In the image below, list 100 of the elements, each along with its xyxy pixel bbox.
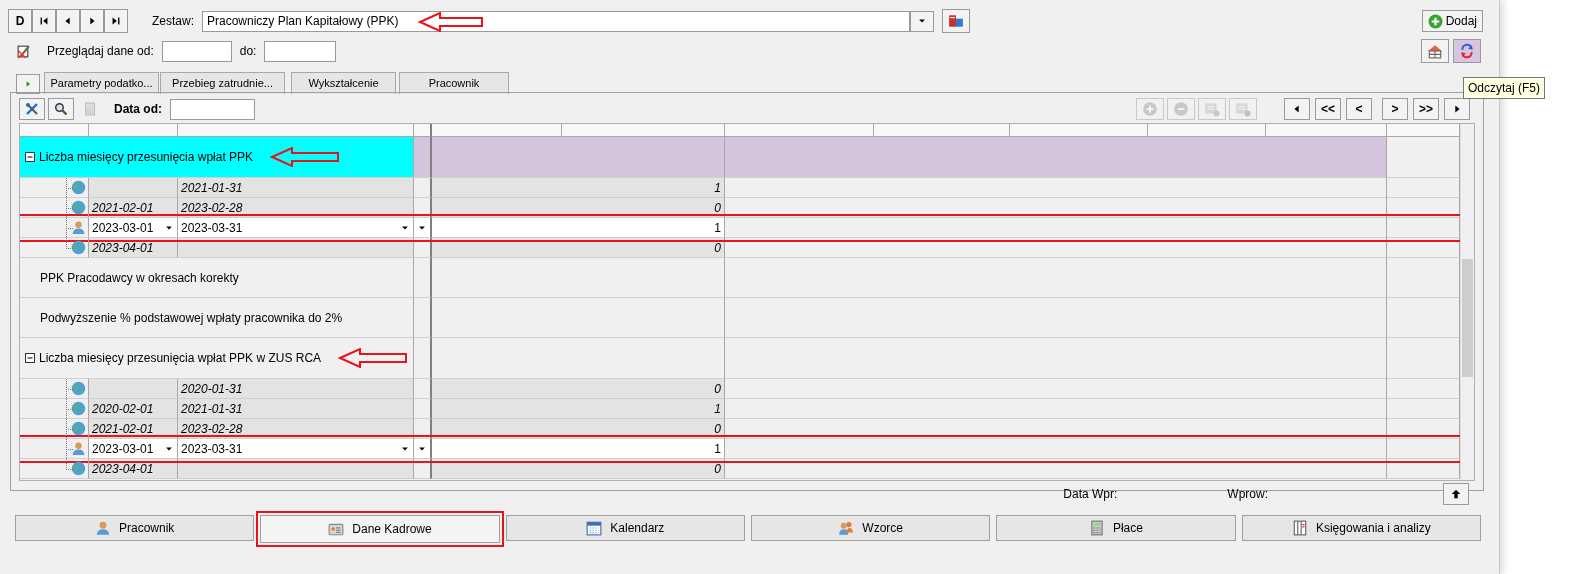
add-button[interactable]: Dodaj <box>1421 10 1483 32</box>
date-from-field[interactable] <box>161 40 232 62</box>
date-field[interactable]: 2023-03-31 <box>178 218 414 238</box>
id-card-icon <box>328 521 345 537</box>
value-cell: 0 <box>432 379 725 399</box>
nav-button[interactable] <box>56 9 80 33</box>
nav-button[interactable]: D <box>8 9 32 33</box>
nav-button[interactable]: >> <box>1413 98 1439 120</box>
date-cell: 2021-02-01 <box>89 198 178 218</box>
globe-icon <box>71 381 86 396</box>
dropdown-button[interactable] <box>910 10 934 32</box>
minus-icon <box>1173 101 1189 117</box>
tab[interactable]: Pracownik <box>399 72 509 94</box>
search-icon <box>54 101 68 117</box>
value-field[interactable]: 1 <box>432 439 725 459</box>
chart-button[interactable] <box>1421 39 1449 63</box>
group-label: Liczba miesięcy przesunięcia wpłat PPK <box>39 149 254 166</box>
person-icon <box>71 220 86 235</box>
field-label: Data Wpr: <box>1063 486 1118 503</box>
plus-icon <box>1142 101 1158 117</box>
person-icon <box>95 520 111 536</box>
calculator-icon <box>1088 520 1105 536</box>
module-tab[interactable]: Księgowania i analizy <box>1241 515 1481 541</box>
tooltip: Odczytaj (F5) <box>1463 77 1545 99</box>
module-tab[interactable]: Płace <box>996 515 1236 541</box>
dropdown-button[interactable] <box>414 218 432 238</box>
grid-cell <box>414 137 432 178</box>
up-arrow-icon <box>1450 488 1462 500</box>
value-cell: 0 <box>432 238 725 258</box>
module-tab[interactable]: Wzorce <box>751 515 991 541</box>
first-icon <box>38 15 50 27</box>
date-cell: 2020-02-01 <box>89 399 178 419</box>
date-cell: 2021-01-31 <box>178 178 414 198</box>
date-field[interactable]: 2023-03-01 <box>89 218 178 238</box>
calendar-icon <box>586 520 603 536</box>
date-to-field[interactable] <box>264 40 337 62</box>
row-label: PPK Pracodawcy w okresach korekty <box>20 258 414 298</box>
tools-button[interactable] <box>19 98 45 120</box>
date-cell: 2023-04-01 <box>89 459 178 479</box>
field-label: Zestaw: <box>152 13 194 30</box>
nav-button[interactable] <box>104 9 128 33</box>
nav-button[interactable]: << <box>1315 98 1341 120</box>
field-label: Przeglądaj dane od: <box>47 43 154 60</box>
edit-icon <box>16 43 31 59</box>
set-combobox[interactable]: Pracowniczy Plan Kapitałowy (PPK) <box>202 10 910 32</box>
group-header-cell[interactable]: Liczba miesięcy przesunięcia wpłat PPK <box>20 137 414 178</box>
value-cell: 1 <box>432 178 725 198</box>
date-cell: 2023-02-28 <box>178 198 414 218</box>
grid-cell <box>414 258 432 298</box>
date-cell: 2023-04-01 <box>89 238 178 258</box>
people-icon <box>838 520 855 536</box>
value-cell: 0 <box>432 198 725 218</box>
date-field[interactable] <box>170 98 255 120</box>
nav-button[interactable] <box>1284 98 1310 120</box>
value-cell: 1 <box>432 399 725 419</box>
up-button[interactable] <box>1443 483 1469 505</box>
expand-button[interactable] <box>16 74 40 94</box>
grid-cell <box>414 298 432 338</box>
refresh-icon <box>1459 43 1475 59</box>
value-cell: 0 <box>432 459 725 479</box>
module-tab[interactable]: Pracownik <box>15 515 255 541</box>
field-label: do: <box>239 43 257 60</box>
date-cell: 2021-01-31 <box>178 399 414 419</box>
calculator-icon <box>83 101 97 117</box>
globe-icon <box>71 200 86 215</box>
record-add-icon <box>1204 101 1220 117</box>
transfer-icon <box>948 13 964 29</box>
grid-cell <box>414 338 432 379</box>
search-button[interactable] <box>48 98 74 120</box>
transfer-button[interactable] <box>942 9 970 33</box>
globe-icon <box>71 401 86 416</box>
row-label: Podwyższenie % podstawowej wpłaty pracownika do 2% <box>20 298 414 338</box>
date-field[interactable]: 2023-03-01 <box>89 439 178 459</box>
nav-button[interactable]: > <box>1382 98 1408 120</box>
globe-icon <box>71 461 86 476</box>
module-tab[interactable]: Kalendarz <box>505 515 745 541</box>
record-remove-icon <box>1235 101 1251 117</box>
globe-icon <box>71 180 86 195</box>
person-icon <box>71 441 86 456</box>
globe-icon <box>71 421 86 436</box>
field-label: Data od: <box>114 101 162 118</box>
nav-button[interactable]: < <box>1346 98 1372 120</box>
nav-button[interactable] <box>1444 98 1470 120</box>
refresh-button[interactable] <box>1453 39 1481 63</box>
chart-icon <box>1427 43 1443 59</box>
value-field[interactable]: 1 <box>432 218 725 238</box>
date-field[interactable]: 2023-03-31 <box>178 439 414 459</box>
scrollbar[interactable] <box>1460 124 1474 480</box>
plus-icon <box>1427 13 1443 29</box>
group-label: Liczba miesięcy przesunięcia wpłat PPK w ZUS RCA <box>39 350 322 367</box>
tab[interactable]: Wykształcenie <box>291 72 396 94</box>
date-cell: 2023-02-28 <box>178 419 414 439</box>
tab[interactable]: Przebieg zatrudnie... <box>160 72 285 94</box>
dropdown-button[interactable] <box>414 439 432 459</box>
tools-icon <box>25 101 39 117</box>
nav-button[interactable] <box>32 9 56 33</box>
date-cell: 2021-02-01 <box>89 419 178 439</box>
value-cell: 0 <box>432 419 725 439</box>
nav-button[interactable] <box>80 9 104 33</box>
tab[interactable]: Parametry podatko... <box>44 72 159 94</box>
